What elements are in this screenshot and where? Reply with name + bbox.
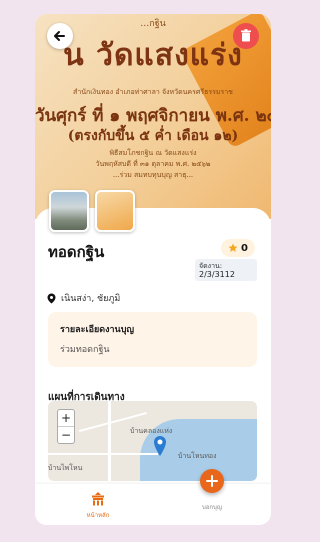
map-road xyxy=(48,453,158,455)
gallery-thumbnail[interactable] xyxy=(95,190,135,232)
event-date-box: จัดงาน: 2/3/3112 xyxy=(195,259,257,281)
nav-home-label: หน้าหลัก xyxy=(86,512,110,519)
route-map[interactable]: บ้านคลองแห่ง บ้านโหนทอง บ้านไพโหน + − xyxy=(48,401,257,481)
location: เนินสง่า, ชัยภูมิ xyxy=(47,291,120,305)
details-text: ร่วมทอดกฐิน xyxy=(60,345,110,355)
gallery-thumbnail[interactable] xyxy=(49,190,89,232)
map-label: บ้านไพโหน xyxy=(48,464,83,472)
temple-icon xyxy=(92,492,104,506)
details-heading: รายละเอียดงานบุญ xyxy=(60,325,135,335)
date-value: 2/3/3112 xyxy=(199,270,235,279)
banner-text: ...ร่วม สมทบทุนบุญ สาธุ... xyxy=(112,171,194,179)
banner-lunar-date: (ตรงกับขึ้น ๕ ค่ำ เดือน ๑๒) xyxy=(67,128,239,144)
delete-button[interactable] xyxy=(233,23,259,49)
zoom-out-button[interactable]: − xyxy=(58,427,74,443)
zoom-in-button[interactable]: + xyxy=(58,410,74,427)
bottom-navigation: หน้าหลัก xyxy=(35,484,271,525)
rating-badge[interactable]: 0 xyxy=(221,239,255,257)
plus-icon xyxy=(206,475,218,487)
back-button[interactable] xyxy=(47,23,73,49)
nav-home[interactable]: หน้าหลัก xyxy=(81,491,115,520)
map-marker-icon[interactable] xyxy=(153,435,167,457)
star-icon xyxy=(228,243,238,252)
details-panel: รายละเอียดงานบุญ ร่วมทอดกฐิน xyxy=(48,312,257,367)
event-title: ทอดกฐิน xyxy=(48,243,105,261)
location-pin-icon xyxy=(47,293,56,303)
location-text: เนินสง่า, ชัยภูมิ xyxy=(61,294,121,304)
app-screen: …กฐิน น วัดแสงแร่ง สำนักเงินทอง อำเภอท่า… xyxy=(35,14,271,525)
arrow-left-icon xyxy=(54,31,65,41)
banner-text: พิธีสมโภชกฐิน ณ วัดแสงแร่ง xyxy=(109,149,197,157)
map-label: บ้านโหนทอง xyxy=(178,452,217,460)
rating-count: 0 xyxy=(241,242,248,254)
trash-icon xyxy=(241,29,251,42)
add-event-button[interactable] xyxy=(200,469,224,493)
banner-text: สำนักเงินทอง อำเภอท่าศาลา จังหวัดนครศรีธ… xyxy=(73,88,233,96)
map-zoom-controls: + − xyxy=(57,409,75,444)
banner-text: วันพฤหัสบดี ที่ ๓๑ ตุลาคม พ.ศ. ๒๕๖๒ xyxy=(95,160,211,168)
map-road xyxy=(108,401,111,481)
nav-add-label: บอกบุญ xyxy=(202,504,222,511)
